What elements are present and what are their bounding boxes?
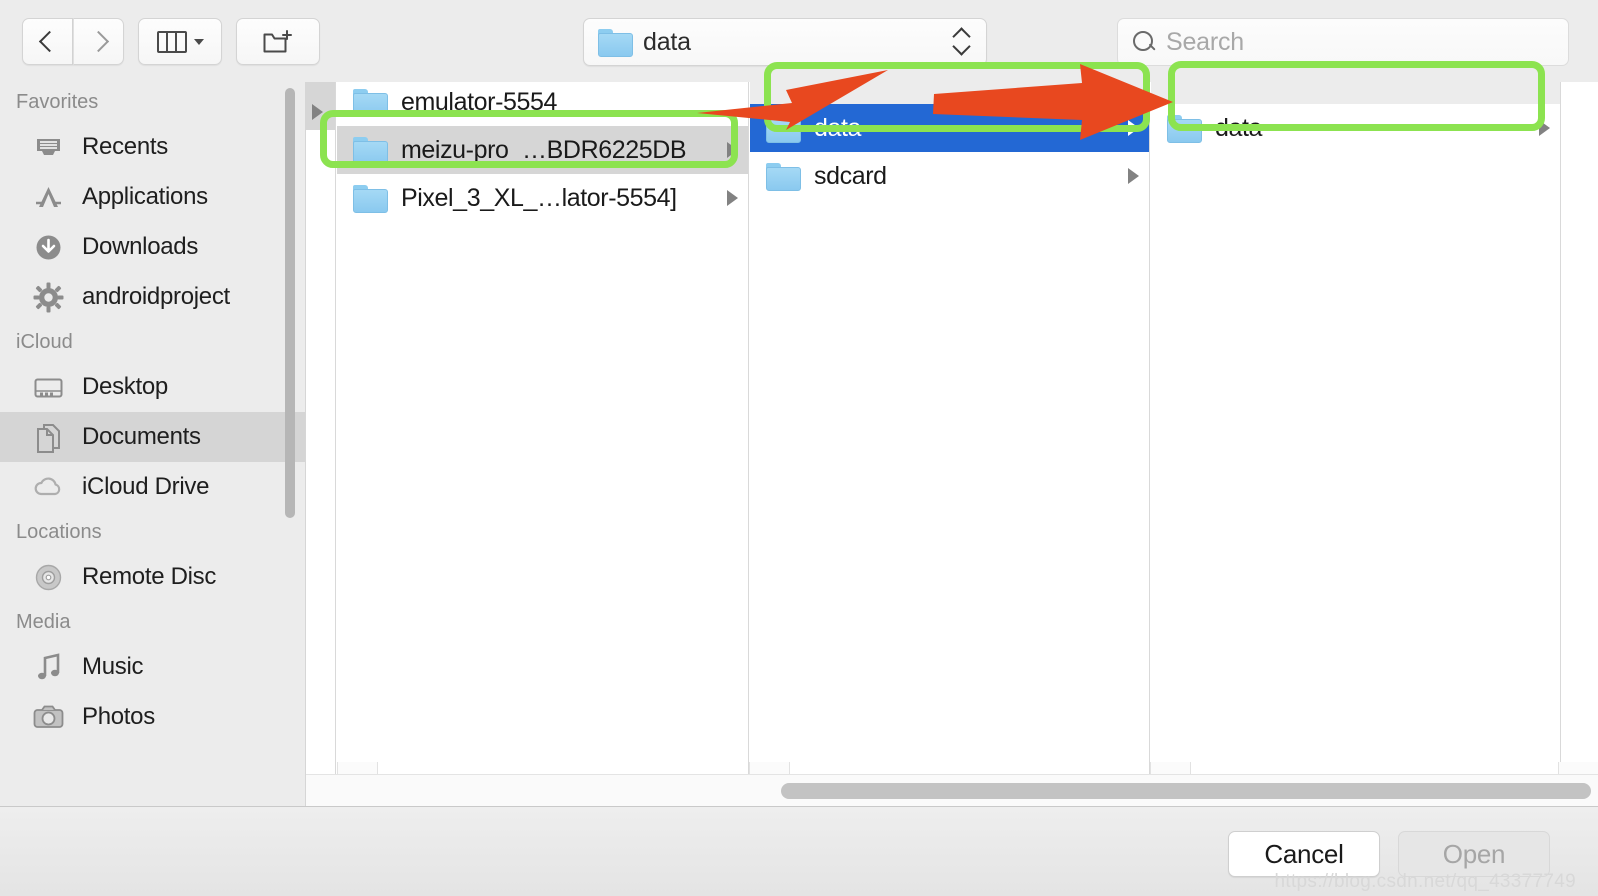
- sidebar-item-label: Music: [82, 653, 144, 680]
- disc-icon: [32, 561, 65, 594]
- file-name: data: [1215, 113, 1263, 142]
- folder-icon: [353, 185, 388, 213]
- chevron-right-icon: [1539, 120, 1550, 136]
- back-button[interactable]: [22, 18, 73, 65]
- sidebar-item-label: Photos: [82, 703, 155, 730]
- sidebar-item-downloads[interactable]: Downloads: [0, 222, 305, 272]
- sidebar-item-androidproject[interactable]: androidproject: [0, 272, 305, 322]
- path-popup-button[interactable]: data: [583, 18, 987, 66]
- chevron-right-icon: [312, 103, 323, 120]
- chevron-right-icon: [727, 190, 738, 206]
- column-device-root[interactable]: data sdcard: [750, 82, 1150, 774]
- file-name: emulator-5554: [401, 87, 558, 116]
- folder-icon: [1167, 115, 1202, 143]
- table-row[interactable]: Pixel_3_XL_…lator-5554]: [337, 174, 748, 222]
- gear-icon: [32, 281, 65, 314]
- sidebar-group-media-title: Media: [16, 611, 71, 633]
- downloads-icon: [32, 231, 65, 264]
- sidebar-item-photos[interactable]: Photos: [0, 692, 305, 742]
- chevron-right-icon: [1128, 120, 1139, 136]
- file-name: data: [814, 113, 862, 142]
- sidebar-group-icloud-title: iCloud: [16, 331, 73, 353]
- dialog-body: Favorites Recents Applications Downloads…: [0, 82, 1598, 806]
- columns-view-icon: [156, 30, 187, 53]
- list-item[interactable]: [306, 82, 335, 130]
- chevron-right-icon: [91, 29, 106, 55]
- sidebar-item-desktop[interactable]: Desktop: [0, 362, 305, 412]
- table-row[interactable]: emulator-5554: [337, 82, 748, 126]
- folder-icon: [598, 29, 633, 57]
- music-note-icon: [32, 651, 65, 684]
- file-name: sdcard: [814, 161, 887, 190]
- watermark: https://blog.csdn.net/qq_43377749: [1274, 871, 1576, 892]
- column-empty[interactable]: [1562, 82, 1598, 774]
- new-folder-button[interactable]: [236, 18, 320, 65]
- folder-icon: [353, 89, 388, 117]
- sidebar-item-documents[interactable]: Documents: [0, 412, 305, 462]
- sidebar-item-label: iCloud Drive: [82, 473, 210, 500]
- forward-button[interactable]: [73, 18, 124, 65]
- chevron-down-icon: [193, 38, 204, 45]
- sidebar-item-label: Desktop: [82, 373, 168, 400]
- sidebar-item-icloud-drive[interactable]: iCloud Drive: [0, 462, 305, 512]
- table-row[interactable]: meizu-pro_…BDR6225DB: [337, 126, 748, 174]
- file-name: meizu-pro_…BDR6225DB: [401, 135, 687, 164]
- horizontal-scrollbar-track[interactable]: [306, 774, 1598, 806]
- column-header-spacer: [1151, 82, 1560, 104]
- table-row[interactable]: data: [750, 104, 1149, 152]
- recents-icon: [32, 131, 65, 164]
- folder-icon: [766, 115, 801, 143]
- new-folder-icon: [263, 29, 293, 55]
- sidebar-item-label: Downloads: [82, 233, 199, 260]
- sidebar-item-label: Documents: [82, 423, 201, 450]
- sidebar-item-label: androidproject: [82, 283, 230, 310]
- column-devices[interactable]: emulator-5554 meizu-pro_…BDR6225DB Pixel…: [337, 82, 749, 774]
- column-header-spacer: [750, 82, 1149, 104]
- search-input-placeholder[interactable]: Search: [1166, 28, 1244, 57]
- chevron-right-icon: [727, 142, 738, 158]
- chevron-left-icon: [40, 29, 55, 55]
- sidebar-item-applications[interactable]: Applications: [0, 172, 305, 222]
- sidebar-item-label: Recents: [82, 133, 168, 160]
- sidebar: Favorites Recents Applications Downloads…: [0, 82, 305, 806]
- search-icon: [1132, 30, 1156, 54]
- column-browser: emulator-5554 meizu-pro_…BDR6225DB Pixel…: [305, 82, 1598, 806]
- column-scrolled-partial[interactable]: [306, 82, 336, 774]
- sidebar-item-music[interactable]: Music: [0, 642, 305, 692]
- applications-icon: [32, 181, 65, 214]
- table-row[interactable]: data: [1151, 104, 1560, 152]
- horizontal-scrollbar-thumb[interactable]: [781, 783, 1591, 799]
- sidebar-group-favorites-title: Favorites: [16, 91, 99, 113]
- sidebar-item-remote-disc[interactable]: Remote Disc: [0, 552, 305, 602]
- search-field[interactable]: Search: [1117, 18, 1569, 66]
- icloud-drive-icon: [32, 471, 65, 504]
- sidebar-item-label: Remote Disc: [82, 563, 217, 590]
- chevron-right-icon: [1128, 168, 1139, 184]
- sidebar-scrollbar[interactable]: [285, 88, 295, 518]
- path-popup-label: data: [643, 27, 691, 56]
- folder-icon: [353, 137, 388, 165]
- table-row[interactable]: sdcard: [750, 152, 1149, 200]
- view-mode-button[interactable]: [138, 18, 222, 65]
- dialog-footer: Cancel Open https://blog.csdn.net/qq_433…: [0, 806, 1598, 896]
- toolbar: data Search: [0, 0, 1598, 82]
- file-open-dialog: data Search Favorites Recents Applicatio…: [0, 0, 1598, 896]
- folder-icon: [766, 163, 801, 191]
- sidebar-item-label: Applications: [82, 183, 208, 210]
- sidebar-item-recents[interactable]: Recents: [0, 122, 305, 172]
- up-down-stepper-icon[interactable]: [954, 27, 970, 57]
- sidebar-group-locations-title: Locations: [16, 521, 102, 543]
- file-name: Pixel_3_XL_…lator-5554]: [401, 183, 677, 212]
- desktop-icon: [32, 371, 65, 404]
- camera-icon: [32, 701, 65, 734]
- column-data-children[interactable]: data: [1151, 82, 1561, 774]
- documents-icon: [32, 421, 65, 454]
